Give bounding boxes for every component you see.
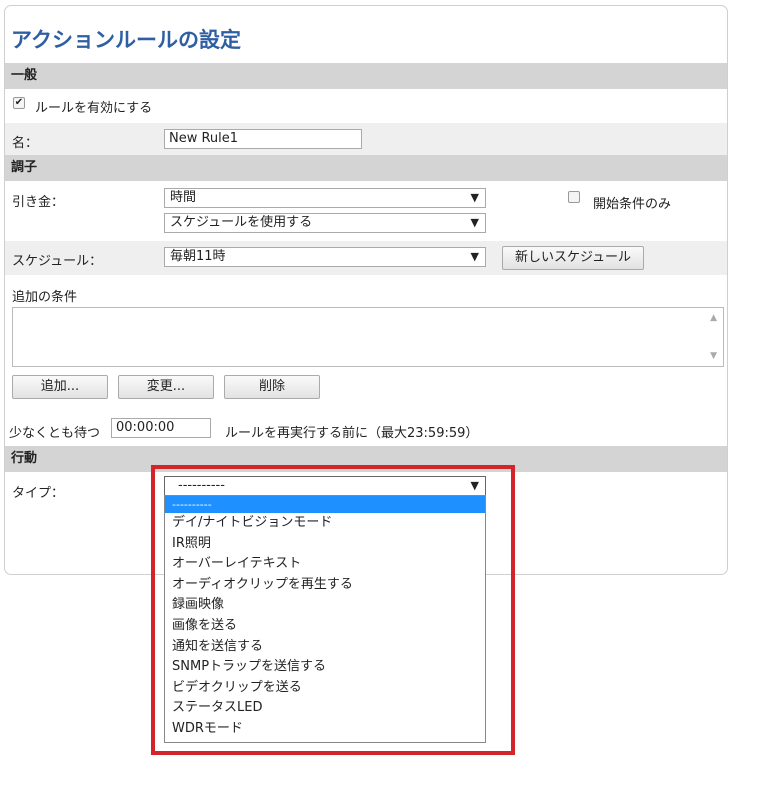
trigger-sub-select-value: スケジュールを使用する (170, 215, 313, 230)
scroll-down-icon[interactable]: ▼ (710, 351, 717, 361)
type-option[interactable]: IR照明 (165, 534, 485, 555)
chevron-down-icon: ▼ (470, 250, 479, 263)
type-select[interactable]: ---------- ▼ (164, 476, 486, 496)
chevron-down-icon: ▼ (470, 216, 479, 229)
schedule-select[interactable]: 毎朝11時 ▼ (164, 247, 486, 267)
section-condition: 調子 (5, 155, 727, 181)
section-general: 一般 (5, 63, 727, 89)
new-schedule-button[interactable]: 新しいスケジュール (502, 246, 644, 270)
name-row (5, 123, 727, 155)
enable-rule-label: ルールを有効にする (35, 101, 153, 116)
chevron-down-icon: ▼ (470, 191, 479, 204)
type-option[interactable]: 画像を送る (165, 616, 485, 637)
type-option[interactable]: SNMPトラップを送信する (165, 657, 485, 678)
type-option[interactable]: オーディオクリップを再生する (165, 575, 485, 596)
type-option[interactable]: ---------- (165, 496, 485, 513)
type-option[interactable]: WDRモード (165, 719, 485, 740)
name-input[interactable]: New Rule1 (164, 129, 362, 149)
type-dropdown-list: ---------- デイ/ナイトビジョンモード IR照明 オーバーレイテキスト… (164, 495, 486, 743)
wait-label: 少なくとも待つ (9, 426, 101, 441)
name-label: 名： (12, 136, 39, 151)
type-option[interactable]: ステータスLED (165, 698, 485, 719)
trigger-select[interactable]: 時間 ▼ (164, 188, 486, 208)
chevron-down-icon: ▼ (470, 479, 479, 492)
trigger-sub-select[interactable]: スケジュールを使用する ▼ (164, 213, 486, 233)
type-option[interactable]: デイ/ナイトビジョンモード (165, 513, 485, 534)
change-condition-button[interactable]: 変更... (118, 375, 214, 399)
delete-condition-button[interactable]: 削除 (224, 375, 320, 399)
additional-conditions-label: 追加の条件 (12, 290, 78, 305)
scroll-up-icon[interactable]: ▲ (710, 313, 717, 323)
type-option[interactable]: 録画映像 (165, 595, 485, 616)
type-option[interactable]: オーバーレイテキスト (165, 554, 485, 575)
type-option[interactable]: ビデオクリップを送る (165, 678, 485, 699)
schedule-select-value: 毎朝11時 (170, 249, 226, 264)
start-only-checkbox[interactable] (568, 191, 580, 203)
schedule-label: スケジュール： (12, 254, 103, 269)
wait-input[interactable]: 00:00:00 (111, 418, 211, 438)
section-action: 行動 (5, 446, 727, 472)
trigger-label: 引き金： (12, 195, 65, 210)
add-condition-button[interactable]: 追加... (12, 375, 108, 399)
start-only-label: 開始条件のみ (593, 197, 672, 212)
type-select-value: ---------- (178, 478, 225, 493)
type-label: タイプ： (12, 486, 65, 501)
trigger-select-value: 時間 (170, 190, 197, 205)
additional-conditions-list[interactable]: ▲ ▼ (12, 307, 724, 367)
page-title: アクションルールの設定 (11, 28, 241, 52)
type-option[interactable]: 通知を送信する (165, 637, 485, 658)
enable-rule-checkbox[interactable]: ✔ (13, 97, 25, 109)
wait-suffix: ルールを再実行する前に（最大23:59:59） (225, 426, 479, 441)
